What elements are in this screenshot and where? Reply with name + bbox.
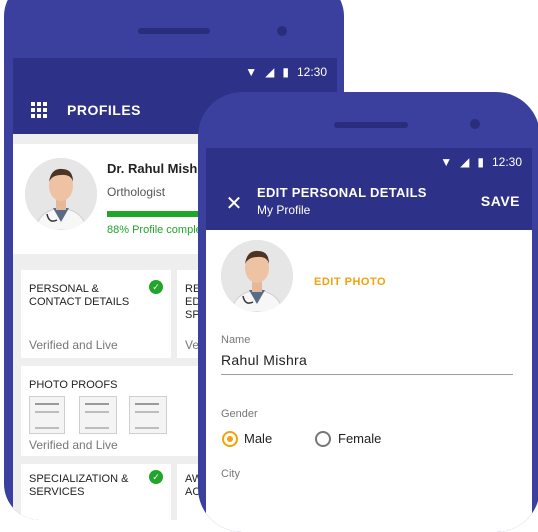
close-icon[interactable]: ✕ <box>222 191 246 216</box>
battery-icon: ▮ <box>477 155 484 169</box>
edit-phone-frame: ▼ ◢ ▮ 12:30 ✕ EDIT PERSONAL DETAILS My P… <box>198 92 538 532</box>
speaker-grille <box>334 122 408 128</box>
document-thumbnail[interactable] <box>79 396 117 434</box>
doctor-role: Orthologist <box>107 185 166 199</box>
status-time: 12:30 <box>491 155 522 169</box>
gender-label: Gender <box>221 408 258 420</box>
edit-page-subtitle: My Profile <box>257 203 311 217</box>
wifi-icon: ▼ <box>440 155 453 169</box>
tile-status: Verified and Live <box>29 338 118 352</box>
gender-female-label: Female <box>338 431 382 446</box>
status-time: 12:30 <box>296 65 327 79</box>
verified-check-icon: ✓ <box>149 280 163 294</box>
edit-details-screen: ▼ ◢ ▮ 12:30 ✕ EDIT PERSONAL DETAILS My P… <box>206 148 532 532</box>
profile-photo[interactable] <box>221 240 293 312</box>
battery-icon: ▮ <box>282 65 289 79</box>
tile-title: PERSONAL & CONTACT DETAILS <box>29 283 130 308</box>
front-camera <box>277 26 287 36</box>
edit-photo-button[interactable]: EDIT PHOTO <box>314 276 386 288</box>
verified-check-icon: ✓ <box>149 470 163 484</box>
edit-app-bar: ✕ EDIT PERSONAL DETAILS My Profile SAVE <box>206 176 532 230</box>
city-label: City <box>221 468 240 480</box>
tile-status: Ve <box>185 338 200 352</box>
save-button[interactable]: SAVE <box>481 193 520 209</box>
signal-icon: ◢ <box>265 65 275 79</box>
front-camera <box>470 119 480 129</box>
signal-icon: ◢ <box>460 155 470 169</box>
tile-status: Verified and Live <box>29 438 118 452</box>
grid-menu-icon[interactable] <box>31 102 47 118</box>
tile-title: SPECIALIZATION & SERVICES <box>29 473 129 498</box>
page-title: PROFILES <box>67 102 142 118</box>
tile-personal-contact[interactable]: PERSONAL & CONTACT DETAILS ✓ Verified an… <box>21 270 171 358</box>
tile-specialization[interactable]: SPECIALIZATION & SERVICES ✓ <box>21 464 171 520</box>
avatar <box>25 158 97 230</box>
status-bar: ▼ ◢ ▮ 12:30 <box>13 58 337 86</box>
name-field-underline <box>221 374 513 375</box>
gender-female-radio[interactable] <box>315 431 331 447</box>
document-thumbnail[interactable] <box>129 396 167 434</box>
edit-page-title: EDIT PERSONAL DETAILS <box>257 185 427 200</box>
name-label: Name <box>221 334 251 346</box>
name-field[interactable]: Rahul Mishra <box>221 352 307 368</box>
status-bar: ▼ ◢ ▮ 12:30 <box>206 148 532 176</box>
speaker-grille <box>138 28 210 34</box>
wifi-icon: ▼ <box>245 65 258 79</box>
tile-title: PHOTO PROOFS <box>29 379 118 391</box>
document-thumbnail[interactable] <box>29 396 65 434</box>
doctor-name: Dr. Rahul Mishra <box>107 161 210 176</box>
profile-progress-text: 88% Profile complete <box>107 224 211 236</box>
gender-male-radio[interactable] <box>222 431 238 447</box>
gender-male-label: Male <box>244 431 273 446</box>
